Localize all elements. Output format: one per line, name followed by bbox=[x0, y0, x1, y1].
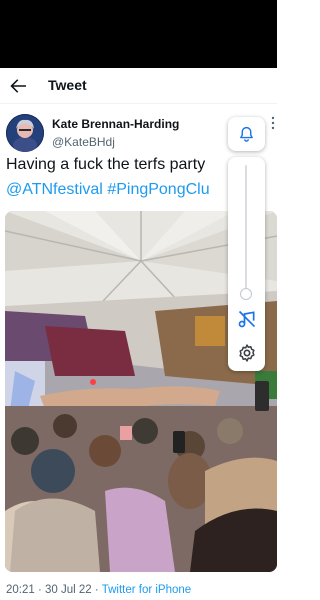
more-options-icon[interactable] bbox=[269, 116, 277, 130]
arrow-left-icon[interactable] bbox=[6, 74, 30, 98]
timestamp-text: 20:21 · 30 Jul 22 · bbox=[6, 584, 102, 596]
mute-icon[interactable] bbox=[237, 309, 257, 329]
author-display-name[interactable]: Kate Brennan-Harding bbox=[52, 117, 179, 131]
hashtag-link[interactable]: #PingPongClu bbox=[107, 181, 209, 198]
settings-icon[interactable] bbox=[237, 343, 257, 363]
volume-slider-panel bbox=[228, 157, 265, 371]
notification-button[interactable] bbox=[228, 117, 265, 151]
author-handle[interactable]: @KateBHdj bbox=[52, 135, 115, 149]
avatar[interactable] bbox=[6, 114, 44, 152]
status-bar bbox=[0, 0, 277, 68]
tweet-source-link[interactable]: Twitter for iPhone bbox=[102, 584, 191, 596]
mention-link[interactable]: @ATNfestival bbox=[6, 181, 103, 198]
top-app-bar: Tweet bbox=[0, 68, 277, 104]
tweet-timestamp: 20:21 · 30 Jul 22 · Twitter for iPhone bbox=[6, 584, 191, 596]
volume-panel bbox=[228, 117, 265, 371]
tweet-hashtags-line: @ATNfestival #PingPongClu bbox=[6, 177, 246, 202]
volume-slider-track[interactable] bbox=[245, 165, 247, 293]
tweet-text-line: Having a fuck the terfs party bbox=[6, 156, 206, 173]
page-title: Tweet bbox=[48, 77, 87, 93]
volume-slider-thumb[interactable] bbox=[240, 288, 252, 300]
tweet-text: Having a fuck the terfs party @ATNfestiv… bbox=[6, 152, 246, 202]
bell-icon bbox=[240, 126, 253, 142]
